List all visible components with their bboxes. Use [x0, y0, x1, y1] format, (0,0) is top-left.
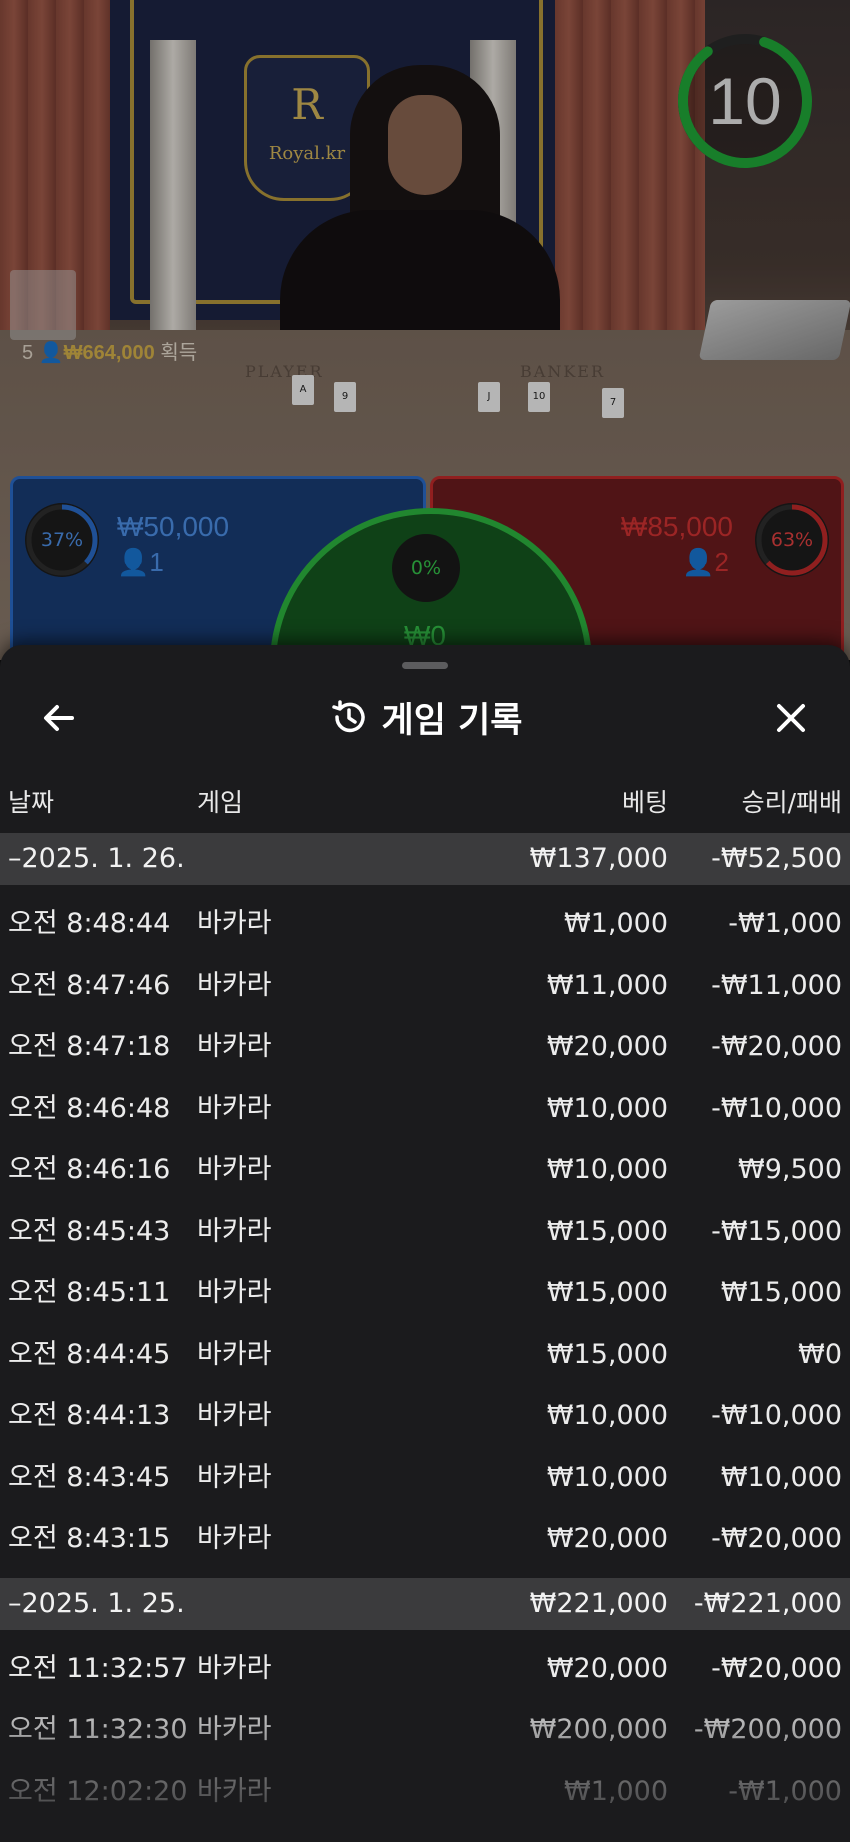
sheet-drag-handle[interactable]	[402, 662, 448, 669]
row-result: -₩20,000	[711, 1652, 842, 1684]
row-result: -₩10,000	[711, 1092, 842, 1124]
game-history-sheet: 게임 기록 날짜 게임 베팅 승리/패배 –2025. 1. 26. ₩137,…	[0, 645, 850, 1842]
row-time: 오전 8:47:46	[8, 969, 171, 1001]
row-result: -₩1,000	[728, 1775, 842, 1807]
group-bet-total: ₩221,000	[529, 1587, 668, 1619]
history-row[interactable]: 오전 8:43:45 바카라 ₩10,000 ₩10,000	[0, 1447, 850, 1509]
row-bet: ₩11,000	[546, 969, 668, 1001]
column-result: 승리/패배	[741, 788, 842, 817]
row-game: 바카라	[197, 1523, 272, 1554]
row-bet: ₩20,000	[546, 1031, 668, 1062]
sheet-title: 게임 기록	[381, 700, 523, 741]
row-result: -₩1,000	[728, 908, 842, 939]
row-bet: ₩1,000	[564, 908, 668, 939]
date-group-row[interactable]: –2025. 1. 26. ₩137,000 -₩52,500	[0, 833, 850, 885]
sheet-title-wrap: 게임 기록	[0, 685, 850, 749]
stage-dim-overlay	[0, 0, 850, 660]
history-row[interactable]: 오전 8:46:48 바카라 ₩10,000 -₩10,000	[0, 1078, 850, 1140]
row-game: 바카라	[197, 1215, 272, 1247]
row-time: 오전 8:46:16	[8, 1154, 171, 1185]
row-time: 오전 8:45:43	[8, 1215, 171, 1247]
history-row[interactable]: 오전 8:47:18 바카라 ₩20,000 -₩20,000	[0, 1016, 850, 1078]
row-time: 오전 8:46:48	[8, 1092, 171, 1124]
row-game: 바카라	[197, 1277, 272, 1308]
row-game: 바카라	[197, 1338, 272, 1370]
group-date: –2025. 1. 25.	[8, 1587, 185, 1619]
row-time: 오전 8:44:13	[8, 1400, 171, 1431]
row-bet: ₩20,000	[546, 1652, 668, 1684]
history-icon	[331, 700, 365, 733]
column-date: 날짜	[8, 788, 55, 817]
history-row[interactable]: 오전 8:45:11 바카라 ₩15,000 ₩15,000	[0, 1262, 850, 1324]
row-time: 오전 8:48:44	[8, 908, 171, 939]
row-result: ₩15,000	[720, 1277, 842, 1308]
row-bet: ₩1,000	[564, 1775, 668, 1807]
row-bet: ₩15,000	[546, 1277, 668, 1308]
history-row[interactable]: 오전 12:02:20 바카라 ₩1,000 -₩1,000	[0, 1761, 850, 1823]
row-time: 오전 8:44:45	[8, 1338, 171, 1370]
row-time: 오전 12:02:20	[8, 1775, 188, 1807]
row-bet: ₩10,000	[546, 1092, 668, 1124]
history-row[interactable]: 오전 11:32:30 바카라 ₩200,000 -₩200,000	[0, 1699, 850, 1761]
row-result: ₩0	[798, 1338, 842, 1370]
row-bet: ₩200,000	[529, 1714, 668, 1745]
row-result: -₩20,000	[711, 1523, 842, 1554]
row-game: 바카라	[197, 969, 272, 1001]
close-icon	[777, 704, 805, 732]
group-result-total: -₩221,000	[693, 1587, 842, 1619]
row-result: -₩15,000	[711, 1215, 842, 1247]
row-result: -₩10,000	[711, 1400, 842, 1431]
row-bet: ₩15,000	[546, 1338, 668, 1370]
row-bet: ₩20,000	[546, 1523, 668, 1554]
row-time: 오전 8:43:15	[8, 1523, 171, 1554]
history-row[interactable]: 오전 11:32:57 바카라 ₩20,000 -₩20,000	[0, 1638, 850, 1700]
row-bet: ₩10,000	[546, 1461, 668, 1493]
history-row[interactable]: 오전 8:45:43 바카라 ₩15,000 -₩15,000	[0, 1201, 850, 1263]
row-game: 바카라	[197, 908, 272, 939]
history-table-header: 날짜 게임 베팅 승리/패배	[0, 783, 850, 823]
column-game: 게임	[197, 788, 244, 817]
date-group-row[interactable]: –2025. 1. 25. ₩221,000 -₩221,000	[0, 1577, 850, 1630]
row-time: 오전 11:32:30	[8, 1714, 188, 1745]
history-row[interactable]: 오전 8:44:13 바카라 ₩10,000 -₩10,000	[0, 1385, 850, 1447]
close-button[interactable]	[766, 693, 816, 743]
row-game: 바카라	[197, 1714, 272, 1745]
row-game: 바카라	[197, 1461, 272, 1493]
row-game: 바카라	[197, 1400, 272, 1431]
history-table-body: –2025. 1. 26. ₩137,000 -₩52,500 오전 8:48:…	[0, 833, 850, 1822]
row-bet: ₩10,000	[546, 1400, 668, 1431]
row-result: -₩11,000	[711, 969, 842, 1001]
row-result: -₩20,000	[711, 1031, 842, 1062]
row-bet: ₩15,000	[546, 1215, 668, 1247]
sheet-header: 게임 기록	[0, 685, 850, 749]
row-result: -₩200,000	[693, 1714, 842, 1745]
row-game: 바카라	[197, 1031, 272, 1062]
row-game: 바카라	[197, 1652, 272, 1684]
history-row[interactable]: 오전 8:47:46 바카라 ₩11,000 -₩11,000	[0, 955, 850, 1017]
column-bet: 베팅	[621, 788, 668, 817]
history-row[interactable]: 오전 8:46:16 바카라 ₩10,000 ₩9,500	[0, 1139, 850, 1201]
row-result: ₩9,500	[738, 1154, 842, 1185]
history-row[interactable]: 오전 8:43:15 바카라 ₩20,000 -₩20,000	[0, 1508, 850, 1570]
group-result-total: -₩52,500	[711, 843, 842, 874]
row-game: 바카라	[197, 1154, 272, 1185]
history-row[interactable]: 오전 8:48:44 바카라 ₩1,000 -₩1,000	[0, 893, 850, 955]
row-time: 오전 11:32:57	[8, 1652, 188, 1684]
row-time: 오전 8:45:11	[8, 1277, 171, 1308]
row-game: 바카라	[197, 1092, 272, 1124]
row-game: 바카라	[197, 1775, 272, 1807]
group-bet-total: ₩137,000	[529, 843, 668, 874]
history-row[interactable]: 오전 8:44:45 바카라 ₩15,000 ₩0	[0, 1324, 850, 1386]
row-time: 오전 8:47:18	[8, 1031, 171, 1062]
group-date: –2025. 1. 26.	[8, 843, 185, 874]
row-time: 오전 8:43:45	[8, 1461, 171, 1493]
row-result: ₩10,000	[720, 1461, 842, 1493]
row-bet: ₩10,000	[546, 1154, 668, 1185]
